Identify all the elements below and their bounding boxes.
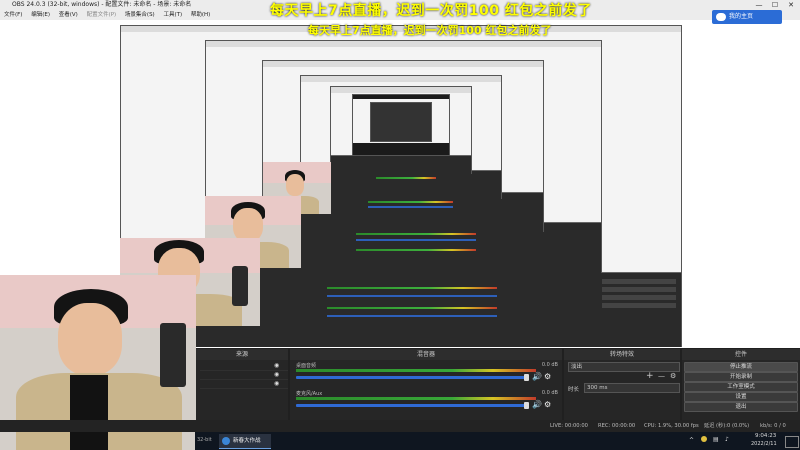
nested-meter [376, 177, 436, 179]
notification-icon[interactable] [785, 436, 799, 448]
home-button-label: 我的主页 [729, 13, 754, 20]
taskbar-app[interactable]: 新春大作战 [219, 434, 271, 449]
speaker-icon[interactable]: 🔊 [532, 400, 542, 409]
menu-view[interactable]: 查看(V) [59, 12, 78, 18]
nested-meter [327, 287, 497, 289]
clock-time[interactable]: 9:04:23 [755, 433, 776, 439]
live-timer: LIVE: 00:00:00 [550, 423, 588, 429]
latency-status: 延迟 (秒):0 (0.0%) [704, 423, 750, 429]
minimize-button[interactable]: — [752, 0, 766, 10]
nested-slider [327, 315, 497, 317]
volume-slider[interactable] [296, 404, 528, 407]
stop-stream-button[interactable]: 停止推流 [684, 362, 798, 372]
channel-db: 0.0 dB [541, 362, 558, 368]
nested-slider [356, 239, 476, 241]
studio-mode-button[interactable]: 工作室模式 [684, 382, 798, 392]
eye-icon[interactable]: ◉ [274, 371, 279, 378]
menu-profile[interactable]: 配置文件(P) [87, 12, 117, 18]
nested-meter [368, 201, 453, 203]
cpu-status: CPU: 1.9%, 30.00 fps [644, 423, 699, 429]
network-icon[interactable]: ▤ [713, 436, 719, 443]
settings-button[interactable]: 设置 [684, 392, 798, 402]
rec-timer: REC: 00:00:00 [598, 423, 636, 429]
channel-db: 0.0 dB [541, 390, 558, 396]
menu-help[interactable]: 帮助(H) [191, 12, 210, 18]
eye-icon[interactable]: ◉ [274, 362, 279, 369]
taskbar-app-label: 新春大作战 [233, 438, 261, 444]
transition-select[interactable]: 淡出 [568, 362, 680, 372]
gear-icon[interactable]: ⚙ [544, 372, 551, 381]
eye-icon[interactable]: ◉ [274, 380, 279, 387]
menu-edit[interactable]: 编辑(E) [31, 12, 50, 18]
audio-meter [296, 369, 536, 372]
volume-icon[interactable]: ♪ [725, 436, 729, 443]
home-button[interactable]: 我的主页 [712, 10, 782, 24]
nested-slider [327, 295, 497, 297]
nested-controls [600, 273, 680, 323]
channel-name: 桌面音频 [296, 363, 317, 369]
clock-date[interactable]: 2022/2/11 [751, 441, 777, 447]
nested-banner: 每天早上7点直播，迟到一次罚100 红包之前发了 [308, 24, 552, 37]
menu-scene-collection[interactable]: 场景集合(S) [125, 12, 155, 18]
maximize-button[interactable]: ☐ [768, 0, 782, 10]
speaker-icon[interactable]: 🔊 [532, 372, 542, 381]
nested-mixer-panel [301, 170, 501, 199]
tray-status-icon[interactable] [701, 436, 707, 442]
start-record-button[interactable]: 开始录制 [684, 372, 798, 382]
nested-slider [368, 206, 453, 208]
volume-slider[interactable] [296, 376, 528, 379]
status-bar: LIVE: 00:00:00 REC: 00:00:00 CPU: 1.9%, … [0, 420, 800, 432]
bitrate-status: kb/s: 0 / 0 [760, 423, 786, 429]
menu-tools[interactable]: 工具(T) [163, 12, 182, 18]
remove-transition-button[interactable]: — [658, 372, 665, 380]
overlay-banner: 每天早上7点直播，迟到一次罚100 红包之前发了 [270, 3, 592, 19]
audio-meter [296, 397, 536, 400]
taskbar: 32-bit 新春大作战 ^ ▤ ♪ 9:04:23 2022/2/11 [195, 432, 800, 450]
duration-input[interactable]: 300 ms [584, 383, 680, 393]
volume-slider-handle[interactable] [524, 402, 529, 409]
add-transition-button[interactable]: + [646, 371, 654, 381]
gear-icon[interactable]: ⚙ [544, 400, 551, 409]
nested-obs-window-7 [370, 102, 432, 142]
taskbar-segment: 32-bit [197, 437, 212, 443]
app-icon [222, 437, 230, 445]
window-title: OBS 24.0.3 (32-bit, windows) - 配置文件: 未命名… [12, 1, 192, 8]
exit-button[interactable]: 退出 [684, 402, 798, 412]
close-button[interactable]: ✕ [784, 0, 798, 10]
transition-gear-icon[interactable]: ⚙ [670, 372, 676, 380]
nested-mixer-panel [331, 155, 471, 174]
cloud-icon [716, 13, 726, 21]
volume-slider-handle[interactable] [524, 374, 529, 381]
duration-label: 时长 [568, 387, 580, 393]
menu-file[interactable]: 文件(F) [4, 12, 22, 18]
nested-meter [356, 233, 476, 235]
tray-chevron-icon[interactable]: ^ [689, 437, 694, 444]
channel-name: 麦克风/Aux [296, 391, 323, 397]
nested-meter [356, 249, 476, 251]
nested-meter [327, 307, 497, 309]
